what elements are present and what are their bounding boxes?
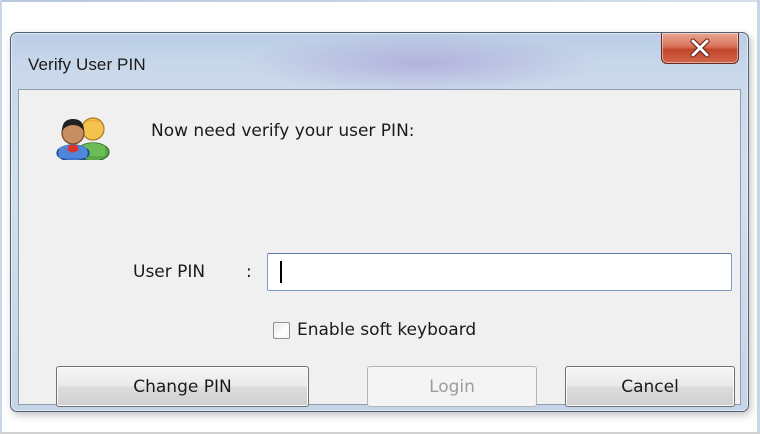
text-caret xyxy=(280,261,282,283)
verify-pin-dialog: Verify User PIN Now need verify your use… xyxy=(10,32,749,412)
background-edge xyxy=(0,0,760,2)
dialog-body: Now need verify your user PIN: User PIN … xyxy=(18,89,741,407)
screen: Verify User PIN Now need verify your use… xyxy=(0,0,760,434)
close-button[interactable] xyxy=(661,33,739,64)
login-button[interactable]: Login xyxy=(367,366,537,407)
soft-keyboard-label[interactable]: Enable soft keyboard xyxy=(297,320,476,340)
title-bar[interactable]: Verify User PIN xyxy=(11,33,748,89)
soft-keyboard-checkbox[interactable] xyxy=(273,321,290,339)
cancel-button[interactable]: Cancel xyxy=(565,366,735,407)
dialog-title: Verify User PIN xyxy=(28,55,146,74)
close-icon xyxy=(690,38,710,58)
user-pin-label: User PIN xyxy=(133,262,206,282)
background-edge xyxy=(0,0,2,434)
user-pin-input[interactable] xyxy=(267,253,732,291)
soft-keyboard-option[interactable]: Enable soft keyboard xyxy=(273,318,476,342)
prompt-text: Now need verify your user PIN: xyxy=(151,121,415,141)
change-pin-button[interactable]: Change PIN xyxy=(56,366,309,407)
user-pin-label-colon: : xyxy=(246,262,252,282)
users-icon xyxy=(56,117,110,160)
